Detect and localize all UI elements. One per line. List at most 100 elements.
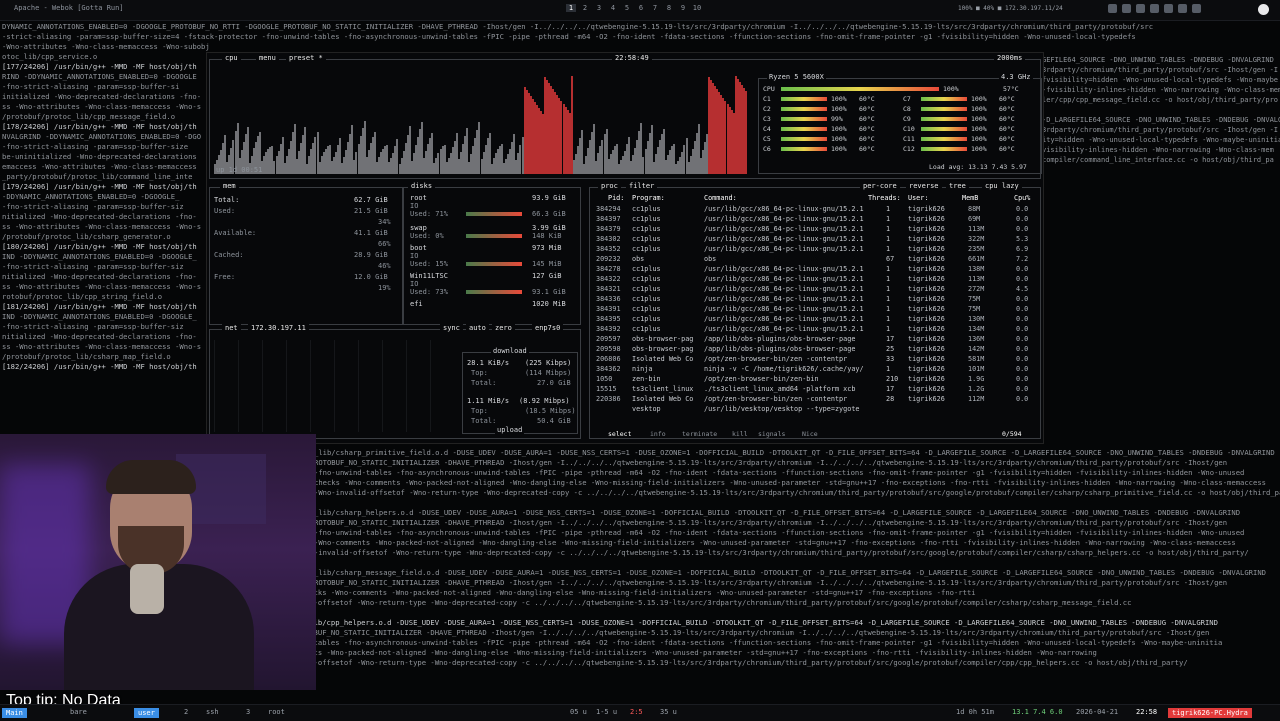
mem-panel-title[interactable]: mem <box>220 182 239 190</box>
proc-row[interactable]: 384352 cc1plus/usr/lib/gcc/x86_64-pc-linu… <box>596 245 1028 255</box>
cpu-core-bar <box>921 137 967 141</box>
cpu-core-name: C4 <box>763 125 771 133</box>
workspace-2[interactable]: 2 <box>580 4 590 12</box>
proc-command: obs <box>704 255 717 263</box>
tmux-window-bare[interactable]: bare <box>70 708 87 716</box>
system-tray-status: 100% ■ 40% ■ 172.30.197.11/24 <box>958 5 1063 12</box>
kill-button[interactable]: kill <box>730 430 750 438</box>
terminal-line: ss -Wno-attributes -Wno-class-memaccess … <box>2 282 202 291</box>
volume-icon[interactable] <box>1136 4 1145 13</box>
proc-row[interactable]: 384392 cc1plus/usr/lib/gcc/x86_64-pc-linu… <box>596 325 1028 335</box>
nice-button[interactable]: Nice <box>800 430 820 438</box>
proc-row[interactable]: 209598 obs-browser-pag/app/lib/obs-plugin… <box>596 345 1028 355</box>
preset-button[interactable]: preset * <box>286 54 326 62</box>
network-icon[interactable] <box>1108 4 1117 13</box>
signals-button[interactable]: signals <box>756 430 788 438</box>
proc-row[interactable]: 384294 cc1plus/usr/lib/gcc/x86_64-pc-linu… <box>596 205 1028 215</box>
proc-row[interactable]: vesktop/usr/lib/vesktop/vesktop --type=z… <box>596 405 1026 415</box>
workspace-3[interactable]: 3 <box>594 4 604 12</box>
header-command[interactable]: Command: <box>704 194 737 202</box>
proc-row[interactable]: 209597 obs-browser-pag/app/lib/obs-plugin… <box>596 335 1028 345</box>
menu-button[interactable]: menu <box>256 54 279 62</box>
proc-sort-selector[interactable]: cpu lazy <box>982 182 1022 190</box>
disks-panel-title[interactable]: disks <box>408 182 436 190</box>
terminate-button[interactable]: terminate <box>680 430 720 438</box>
proc-row[interactable]: 384397 cc1plus/usr/lib/gcc/x86_64-pc-linu… <box>596 215 1028 225</box>
header-threads[interactable]: Threads: <box>868 194 901 202</box>
select-button[interactable]: select <box>606 430 634 438</box>
proc-row[interactable]: 384278 cc1plus/usr/lib/gcc/x86_64-pc-linu… <box>596 265 1028 275</box>
terminal-line: RIND -DDYNAMIC_ANNOTATIONS_ENABLED=0 -DG… <box>2 72 197 81</box>
bluetooth-icon[interactable] <box>1122 4 1131 13</box>
workspace-4[interactable]: 4 <box>608 4 618 12</box>
proc-mem: 113M <box>968 275 985 283</box>
header-cpu[interactable]: Cpu% <box>1014 194 1030 202</box>
tmux-window-ssh[interactable]: ssh <box>206 708 219 716</box>
workspace-6[interactable]: 6 <box>636 4 646 12</box>
proc-row[interactable]: 206806 Isolated Web Co/opt/zen-browser-bi… <box>596 355 1028 365</box>
settings-icon[interactable] <box>1178 4 1187 13</box>
proc-reverse-toggle[interactable]: reverse <box>906 182 942 190</box>
proc-program: ninja <box>632 365 653 373</box>
tmux-session-main[interactable]: Main <box>2 708 27 718</box>
proc-program: cc1plus <box>632 305 661 313</box>
net-panel-title[interactable]: net <box>222 324 241 332</box>
proc-tree-toggle[interactable]: tree <box>946 182 969 190</box>
proc-row[interactable]: 15515 ts3client_linux ./ts3client_linux_am… <box>596 385 1028 395</box>
info-button[interactable]: info <box>648 430 668 438</box>
proc-row[interactable]: 384321 cc1plus/usr/lib/gcc/x86_64-pc-linu… <box>596 285 1028 295</box>
proc-user: tigrik626 <box>908 345 945 353</box>
net-sync-button[interactable]: sync <box>440 324 463 332</box>
proc-filter-button[interactable]: filter <box>626 182 658 190</box>
proc-mem: 272M <box>968 285 985 293</box>
terminal-line: otoc_lib/cpp_service.o <box>2 52 98 61</box>
status-load: 13.1 7.4 6.0 <box>1012 708 1063 716</box>
download-top: (114 Mibps) <box>525 369 572 377</box>
proc-panel-title[interactable]: proc <box>598 182 621 190</box>
proc-row[interactable]: 384362 ninja ninja -v -C /home/tigrik626/.… <box>596 365 1028 375</box>
power-icon[interactable] <box>1192 4 1201 13</box>
header-user[interactable]: User: <box>908 194 928 202</box>
workspace-1[interactable]: 1 <box>566 4 576 12</box>
proc-mem: 1.2G <box>968 385 985 393</box>
tmux-window-3[interactable]: 3 <box>246 708 250 716</box>
net-auto-button[interactable]: auto <box>466 324 489 332</box>
proc-row[interactable]: 384391 cc1plus/usr/lib/gcc/x86_64-pc-linu… <box>596 305 1028 315</box>
header-program[interactable]: Program: <box>632 194 665 202</box>
proc-user: tigrik626 <box>908 275 945 283</box>
proc-mem: 134M <box>968 325 985 333</box>
battery-icon[interactable] <box>1150 4 1159 13</box>
tmux-window-root[interactable]: root <box>268 708 285 716</box>
tmux-window-2[interactable]: 2 <box>184 708 188 716</box>
net-interface[interactable]: enp7s0 <box>532 324 564 332</box>
proc-row[interactable]: 384336 cc1plus/usr/lib/gcc/x86_64-pc-linu… <box>596 295 1028 305</box>
workspace-9[interactable]: 9 <box>678 4 688 12</box>
btop-window[interactable]: cpu menu preset * 22:58:49 2000ms up 1d … <box>206 52 1044 444</box>
workspace-7[interactable]: 7 <box>650 4 660 12</box>
proc-user: tigrik626 <box>908 305 945 313</box>
net-graph <box>214 340 454 432</box>
terminal-line: _lib/csharp_primitive_field.o.d -DUSE_UD… <box>314 448 1275 457</box>
tmux-window-user[interactable]: user <box>134 708 159 718</box>
header-pid[interactable]: Pid: <box>608 194 624 202</box>
header-mem[interactable]: MemB <box>962 194 978 202</box>
proc-row[interactable]: 384302 cc1plus/usr/lib/gcc/x86_64-pc-linu… <box>596 235 1028 245</box>
notification-icon[interactable] <box>1164 4 1173 13</box>
proc-row[interactable]: 209232 obs obs 67 tigrik626 661M 7.2 <box>596 255 1028 265</box>
proc-per-core-toggle[interactable]: per-core <box>860 182 900 190</box>
net-zero-button[interactable]: zero <box>492 324 515 332</box>
proc-row[interactable]: 384322 cc1plus/usr/lib/gcc/x86_64-pc-linu… <box>596 275 1028 285</box>
update-interval[interactable]: 2000ms <box>994 54 1026 62</box>
proc-row[interactable]: 384395 cc1plus/usr/lib/gcc/x86_64-pc-linu… <box>596 315 1028 325</box>
proc-row[interactable]: 384379 cc1plus/usr/lib/gcc/x86_64-pc-linu… <box>596 225 1028 235</box>
terminal-line: -Wno-comments -Wno-packed-not-aligned -W… <box>314 538 1236 547</box>
terminal-line: /protobuf/protoc_lib/csharp_map_field.o <box>2 352 171 361</box>
cpu-panel-title[interactable]: cpu <box>222 54 241 62</box>
workspace-8[interactable]: 8 <box>664 4 674 12</box>
workspace-5[interactable]: 5 <box>622 4 632 12</box>
cpu-core-temp: 60°C <box>859 105 875 113</box>
proc-row[interactable]: 220386 Isolated Web Co/opt/zen-browser-bi… <box>596 395 1028 405</box>
proc-row[interactable]: 1050 zen-bin/opt/zen-browser-bin/zen-bin 2… <box>596 375 1028 385</box>
user-avatar-icon[interactable] <box>1258 4 1269 15</box>
workspace-10[interactable]: 10 <box>692 4 702 12</box>
